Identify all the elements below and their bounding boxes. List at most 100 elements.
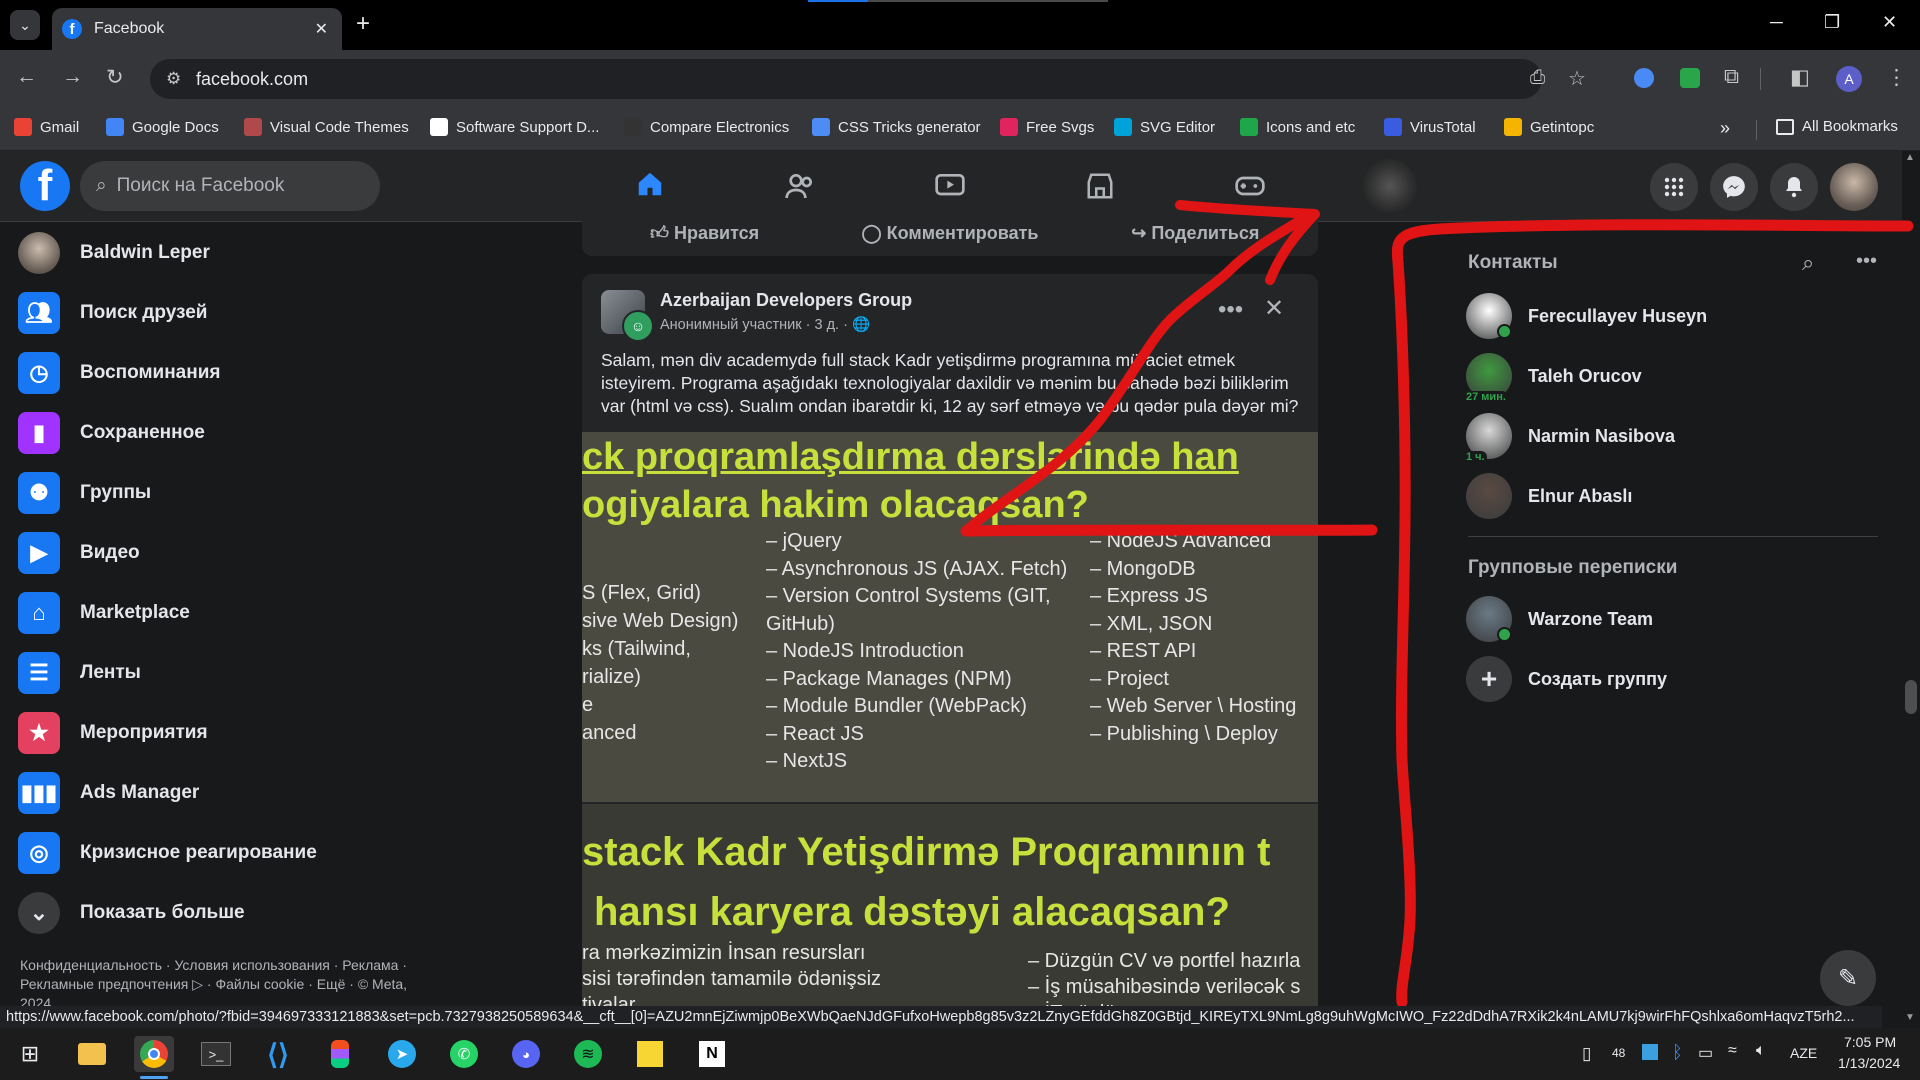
left-menu-item[interactable]: ⌂ Marketplace	[18, 584, 190, 642]
contact-item[interactable]: 27 мин. Taleh Orucov	[1464, 347, 1642, 405]
restore-icon[interactable]: ❐	[1824, 12, 1840, 33]
bookmark-item[interactable]: Compare Electronics	[624, 118, 789, 136]
scroll-down-arrow-icon[interactable]: ▼	[1905, 1012, 1915, 1023]
minimize-icon[interactable]: ─	[1770, 12, 1783, 33]
tab-search-button[interactable]: ⌄	[10, 10, 40, 40]
bluetooth-icon[interactable]: ᛒ	[1672, 1042, 1683, 1063]
language-indicator[interactable]: AZE	[1790, 1045, 1817, 1061]
window-close-icon[interactable]: ✕	[1882, 12, 1897, 33]
notifications-button[interactable]	[1770, 163, 1818, 211]
menu-grid-button[interactable]	[1650, 163, 1698, 211]
group-chat-item[interactable]: Warzone Team	[1466, 590, 1653, 648]
page-scrollbar[interactable]	[1902, 151, 1920, 1028]
bookmark-star-icon[interactable]: ☆	[1568, 66, 1586, 91]
comment-button[interactable]: ◯ Комментировать	[827, 223, 1072, 244]
sticky-notes-icon[interactable]	[630, 1036, 670, 1072]
chrome-icon[interactable]	[134, 1036, 174, 1072]
contact-item[interactable]: Elnur Abaslı	[1466, 467, 1632, 525]
left-menu-item[interactable]: ▶ Видео	[18, 524, 140, 582]
site-info-icon[interactable]: ⚙	[166, 69, 181, 89]
volume-icon[interactable]: 🔈︎	[1756, 1042, 1766, 1060]
like-icon: 👍︎	[650, 223, 674, 243]
install-app-icon[interactable]: ⎙	[1530, 67, 1545, 89]
nav-groups-scribbled[interactable]	[1325, 151, 1455, 221]
left-menu-item[interactable]: ★ Мероприятия	[18, 704, 208, 762]
post-image-2[interactable]: stack Kadr Yetişdirmə Proqramının t hans…	[582, 804, 1318, 1014]
messenger-button[interactable]	[1710, 163, 1758, 211]
contacts-search-icon[interactable]: ⌕	[1802, 250, 1814, 276]
bookmark-label: VirusTotal	[1410, 118, 1476, 136]
create-group-button[interactable]: + Создать группу	[1466, 650, 1667, 708]
new-tab-button[interactable]: +	[356, 10, 370, 38]
left-menu-item[interactable]: 👥︎ Поиск друзей	[18, 284, 207, 342]
all-bookmarks-button[interactable]: All Bookmarks	[1776, 118, 1898, 135]
contact-item[interactable]: Ferecullayev Huseyn	[1466, 287, 1707, 345]
left-menu-item[interactable]: ▮ Сохраненное	[18, 404, 205, 462]
post-options-icon[interactable]: •••	[1218, 296, 1243, 324]
reload-icon[interactable]: ↻	[106, 65, 124, 90]
battery-device-icon[interactable]: ▯	[1582, 1044, 1591, 1064]
clock-time[interactable]: 7:05 PM	[1844, 1034, 1896, 1050]
wifi-icon[interactable]: ≈	[1728, 1042, 1737, 1060]
bookmark-item[interactable]: Icons and etc	[1240, 118, 1355, 136]
clock-date[interactable]: 1/13/2024	[1838, 1055, 1900, 1071]
chrome-menu-icon[interactable]: ⋮	[1886, 65, 1907, 90]
back-icon[interactable]: ←	[16, 65, 37, 89]
left-menu-item[interactable]: ◷ Воспоминания	[18, 344, 221, 402]
forward-icon[interactable]: →	[62, 65, 83, 89]
bookmark-item[interactable]: SVG Editor	[1114, 118, 1215, 136]
extension-search-icon[interactable]	[1634, 68, 1654, 88]
bookmark-item[interactable]: CSS Tricks generator	[812, 118, 981, 136]
left-menu-item[interactable]: ▮▮▮ Ads Manager	[18, 764, 199, 822]
close-tab-icon[interactable]: ✕	[315, 19, 328, 39]
browser-tab-facebook[interactable]: f Facebook ✕	[52, 8, 342, 50]
whatsapp-icon[interactable]: ✆	[444, 1036, 484, 1072]
bookmark-item[interactable]: Free Svgs	[1000, 118, 1094, 136]
left-menu-item[interactable]: ☰ Ленты	[18, 644, 141, 702]
comment-icon: ◯	[861, 222, 887, 243]
like-button[interactable]: 👍︎ Нравится	[582, 222, 827, 244]
bookmark-item[interactable]: VirusTotal	[1384, 118, 1476, 136]
facebook-search-input[interactable]: ⌕ Поиск на Facebook	[80, 161, 380, 211]
scrollbar-thumb[interactable]	[1905, 680, 1917, 714]
windows-start-icon[interactable]: ⊞	[10, 1036, 50, 1072]
footer-links[interactable]: Конфиденциальность · Условия использован…	[20, 956, 440, 1013]
new-message-button[interactable]: ✎	[1820, 950, 1876, 1006]
post-close-icon[interactable]: ✕	[1264, 294, 1284, 323]
notion-icon[interactable]: N	[692, 1036, 732, 1072]
facebook-logo-icon[interactable]: f	[20, 161, 70, 211]
battery-icon[interactable]: ▭	[1698, 1043, 1713, 1063]
bookmark-item[interactable]: Getintopc	[1504, 118, 1594, 136]
bookmark-item[interactable]: Google Docs	[106, 118, 219, 136]
bookmarks-overflow-icon[interactable]: »	[1720, 118, 1730, 139]
post-group-name[interactable]: Azerbaijan Developers Group	[660, 290, 912, 311]
vscode-icon[interactable]: ⟨⟩	[258, 1036, 298, 1072]
address-bar[interactable]: ⚙ facebook.com ⎙ ☆	[150, 59, 1586, 99]
left-menu-item[interactable]: Baldwin Leper	[18, 224, 210, 282]
extension-green-icon[interactable]	[1680, 68, 1700, 88]
tray-app-icon[interactable]	[1642, 1044, 1658, 1060]
terminal-icon[interactable]: >_	[196, 1036, 236, 1072]
profile-avatar-button[interactable]: A	[1836, 66, 1862, 92]
discord-icon[interactable]: ◕	[506, 1036, 546, 1072]
contacts-options-icon[interactable]: •••	[1856, 250, 1877, 273]
contact-name: Taleh Orucov	[1528, 365, 1642, 386]
account-avatar[interactable]	[1830, 163, 1878, 211]
spotify-icon[interactable]: ≋	[568, 1036, 608, 1072]
post-image-1[interactable]: ck proqramlaşdırma dərslərində han ogiya…	[582, 432, 1318, 802]
scroll-up-arrow-icon[interactable]: ▲	[1905, 152, 1915, 163]
bookmark-item[interactable]: Software Support D...	[430, 118, 599, 136]
left-menu-item[interactable]: ◎ Кризисное реагирование	[18, 824, 317, 882]
share-button[interactable]: ↪ Поделиться	[1073, 223, 1318, 244]
left-menu-item[interactable]: ⌄ Показать больше	[18, 884, 245, 942]
side-panel-icon[interactable]: ◧	[1790, 65, 1810, 90]
left-menu-item[interactable]: ⚉ Группы	[18, 464, 151, 522]
bookmark-item[interactable]: Gmail	[14, 118, 79, 136]
telegram-icon[interactable]: ➤	[382, 1036, 422, 1072]
file-explorer-icon[interactable]	[72, 1036, 112, 1072]
figma-icon[interactable]	[320, 1036, 360, 1072]
extensions-puzzle-icon[interactable]: ⧉	[1724, 65, 1739, 89]
group-chats-title: Групповые переписки	[1468, 557, 1678, 578]
bookmark-item[interactable]: Visual Code Themes	[244, 118, 409, 136]
contact-item[interactable]: 1 ч. Narmin Nasibova	[1464, 407, 1675, 465]
